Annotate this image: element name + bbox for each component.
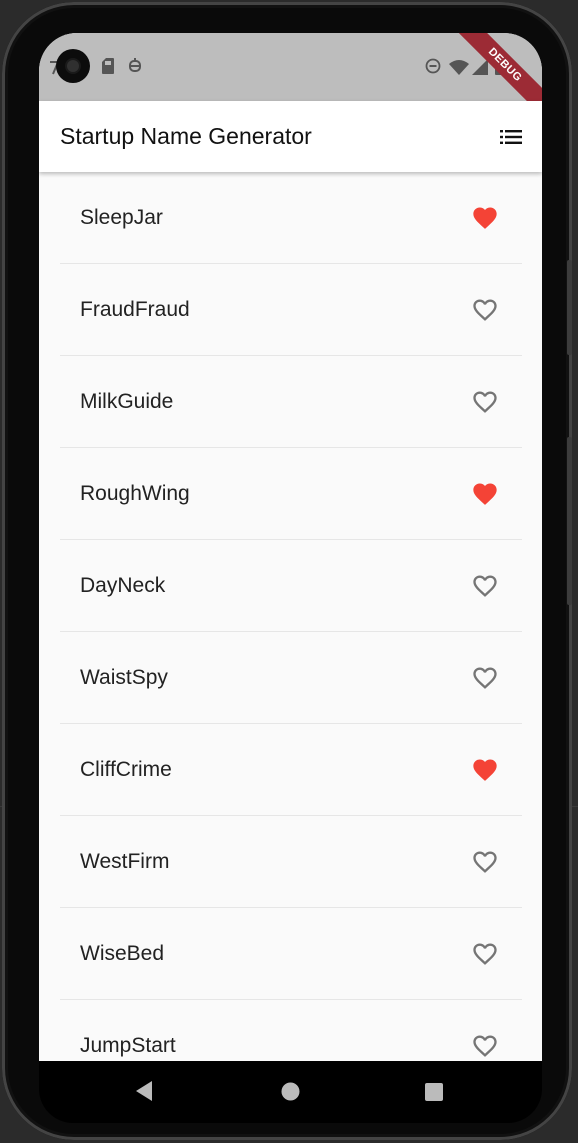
list-item[interactable]: WiseBed — [60, 908, 522, 1000]
suggestion-name: MilkGuide — [80, 390, 174, 413]
favorite-icon[interactable] — [471, 204, 499, 232]
favorite-icon[interactable] — [471, 480, 499, 508]
list-item[interactable]: JumpStart — [60, 1000, 522, 1061]
suggestion-name: WaistSpy — [80, 666, 168, 689]
signal-icon — [472, 59, 488, 75]
wifi-icon — [449, 60, 469, 75]
suggestion-name: WiseBed — [80, 942, 165, 965]
suggestion-name: SleepJar — [80, 206, 163, 229]
notification-icon — [129, 58, 141, 72]
navigation-bar — [39, 1061, 542, 1123]
status-bar: DEBUG — [39, 33, 542, 126]
favorite-border-icon[interactable] — [471, 1032, 499, 1060]
list-icon[interactable] — [499, 125, 523, 149]
list-item[interactable]: MilkGuide — [60, 356, 522, 448]
list-item[interactable]: RoughWing — [60, 448, 522, 540]
volume-button — [567, 437, 572, 605]
suggestion-name: DayNeck — [80, 574, 166, 597]
camera-icon — [56, 49, 90, 83]
favorite-border-icon[interactable] — [471, 388, 499, 416]
list-item[interactable]: WestFirm — [60, 816, 522, 908]
favorite-border-icon[interactable] — [471, 848, 499, 876]
suggestion-name: WestFirm — [80, 850, 170, 873]
favorite-border-icon[interactable] — [471, 664, 499, 692]
app-bar: Startup Name Generator — [39, 101, 542, 172]
favorite-border-icon[interactable] — [471, 572, 499, 600]
favorite-border-icon[interactable] — [471, 296, 499, 324]
favorite-border-icon[interactable] — [471, 940, 499, 968]
recents-icon[interactable] — [425, 1083, 443, 1101]
list-item[interactable]: CliffCrime — [60, 724, 522, 816]
list-item[interactable]: FraudFraud — [60, 264, 522, 356]
sim-card-icon — [102, 58, 114, 74]
do-not-disturb-icon — [425, 58, 441, 74]
favorite-icon[interactable] — [471, 756, 499, 784]
page-title: Startup Name Generator — [60, 123, 312, 149]
home-icon[interactable] — [281, 1082, 300, 1101]
suggestion-name: JumpStart — [80, 1034, 176, 1057]
power-button — [567, 260, 572, 355]
suggestion-name: CliffCrime — [80, 758, 172, 781]
list-item[interactable]: WaistSpy — [60, 632, 522, 724]
list-item[interactable]: SleepJar — [60, 172, 522, 264]
suggestion-name: RoughWing — [80, 482, 190, 505]
phone-screen: DEBUG Startup Name Generator SleepJar Fra… — [39, 33, 542, 1061]
suggestion-name: FraudFraud — [80, 298, 190, 321]
back-icon[interactable] — [134, 1080, 154, 1102]
list-item[interactable]: DayNeck — [60, 540, 522, 632]
